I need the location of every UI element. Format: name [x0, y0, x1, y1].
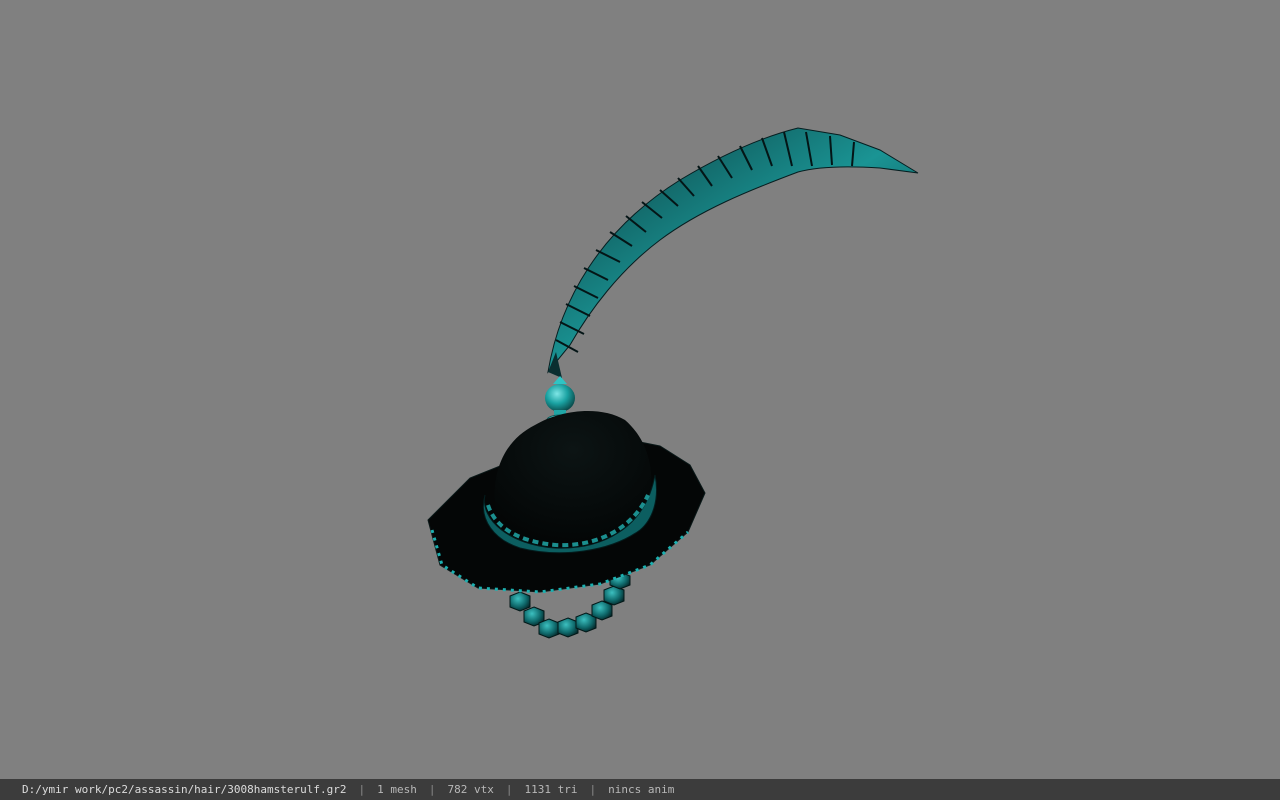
hat-crown	[483, 410, 657, 554]
separator: |	[358, 783, 366, 796]
separator: |	[428, 783, 436, 796]
3d-viewport[interactable]	[0, 0, 1280, 779]
hat-model	[427, 127, 919, 639]
animation-status: nincs anim	[608, 783, 675, 796]
file-path: D:/ymir work/pc2/assassin/hair/3008hamst…	[22, 783, 347, 796]
separator: |	[589, 783, 597, 796]
vertex-count: 782 vtx	[447, 783, 494, 796]
triangle-count: 1131 tri	[524, 783, 578, 796]
status-bar: D:/ymir work/pc2/assassin/hair/3008hamst…	[0, 779, 1280, 800]
separator: |	[505, 783, 513, 796]
feather-part	[547, 127, 919, 378]
mesh-count: 1 mesh	[377, 783, 417, 796]
